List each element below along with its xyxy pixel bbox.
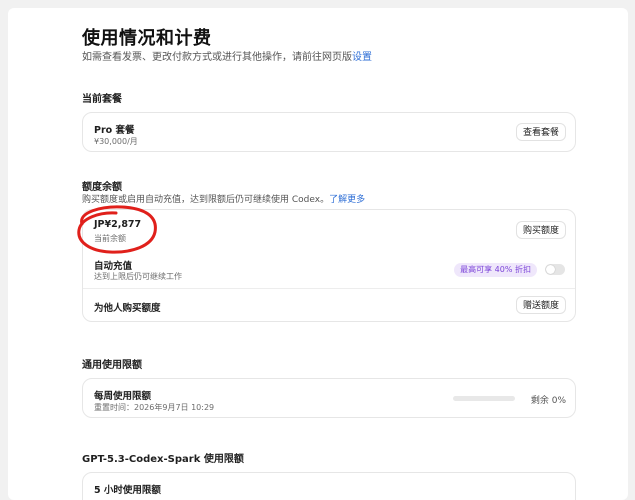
view-plan-button[interactable]: 查看套餐: [515, 123, 566, 141]
weekly-reset-time: 重置时间：2026年9月7日 10:29: [94, 403, 215, 412]
toggle-knob: [546, 265, 555, 274]
spark-limit-title: 5 小时使用限额: [94, 485, 161, 496]
gift-credits-row: 为他人购买额度 赠送额度: [83, 288, 575, 323]
remaining-percent: 剩余 0%: [530, 396, 566, 406]
weekly-limit-card: 每周使用限额 重置时间：2026年9月7日 10:29 剩余 0%: [82, 378, 576, 418]
weekly-limit-title: 每周使用限额: [94, 391, 152, 402]
gift-credits-button[interactable]: 赠送额度: [515, 296, 566, 314]
auto-recharge-desc: 达到上限后仍可继续工作: [94, 272, 182, 281]
credits-section-title: 额度余额: [82, 182, 122, 193]
auto-recharge-toggle[interactable]: [545, 264, 565, 275]
plan-price: ¥30,000/月: [94, 137, 138, 146]
buy-credits-button[interactable]: 购买额度: [515, 221, 566, 239]
settings-panel: 使用情况和计费 如需查看发票、更改付款方式或进行其他操作，请前往网页版设置 当前…: [8, 8, 628, 500]
learn-more-link[interactable]: 了解更多: [329, 195, 365, 205]
gift-credits-title: 为他人购买额度: [94, 303, 161, 314]
settings-link[interactable]: 设置: [352, 52, 372, 63]
plan-card: Pro 套餐 ¥30,000/月 查看套餐: [82, 112, 576, 152]
auto-recharge-title: 自动充值: [94, 261, 133, 272]
weekly-usage-progress: [453, 396, 515, 401]
credits-description: 购买额度或启用自动充值，达到限额后仍可继续使用 Codex。了解更多: [82, 192, 365, 205]
balance-amount: JP¥2,877: [94, 219, 142, 230]
plan-section-title: 当前套餐: [82, 94, 122, 105]
balance-row: JP¥2,877 当前余额 购买额度: [83, 210, 575, 248]
plan-name: Pro 套餐: [94, 125, 135, 136]
auto-recharge-row: 自动充值 达到上限后仍可继续工作 最高可享 40% 折扣: [83, 250, 575, 287]
page-subtitle-text: 如需查看发票、更改付款方式或进行其他操作，请前往网页版: [82, 52, 352, 63]
spark-limit-card: 5 小时使用限额: [82, 472, 576, 500]
spark-limits-title: GPT-5.3-Codex-Spark 使用限额: [82, 454, 244, 465]
credits-description-text: 购买额度或启用自动充值，达到限额后仍可继续使用 Codex。: [82, 195, 330, 205]
balance-label: 当前余额: [94, 234, 126, 243]
page-subtitle: 如需查看发票、更改付款方式或进行其他操作，请前往网页版设置: [82, 48, 372, 63]
page-title: 使用情况和计费: [82, 28, 212, 49]
credits-card: JP¥2,877 当前余额 购买额度 自动充值 达到上限后仍可继续工作 最高可享…: [82, 209, 576, 322]
discount-badge: 最高可享 40% 折扣: [454, 263, 537, 277]
general-limits-title: 通用使用限额: [82, 360, 142, 371]
